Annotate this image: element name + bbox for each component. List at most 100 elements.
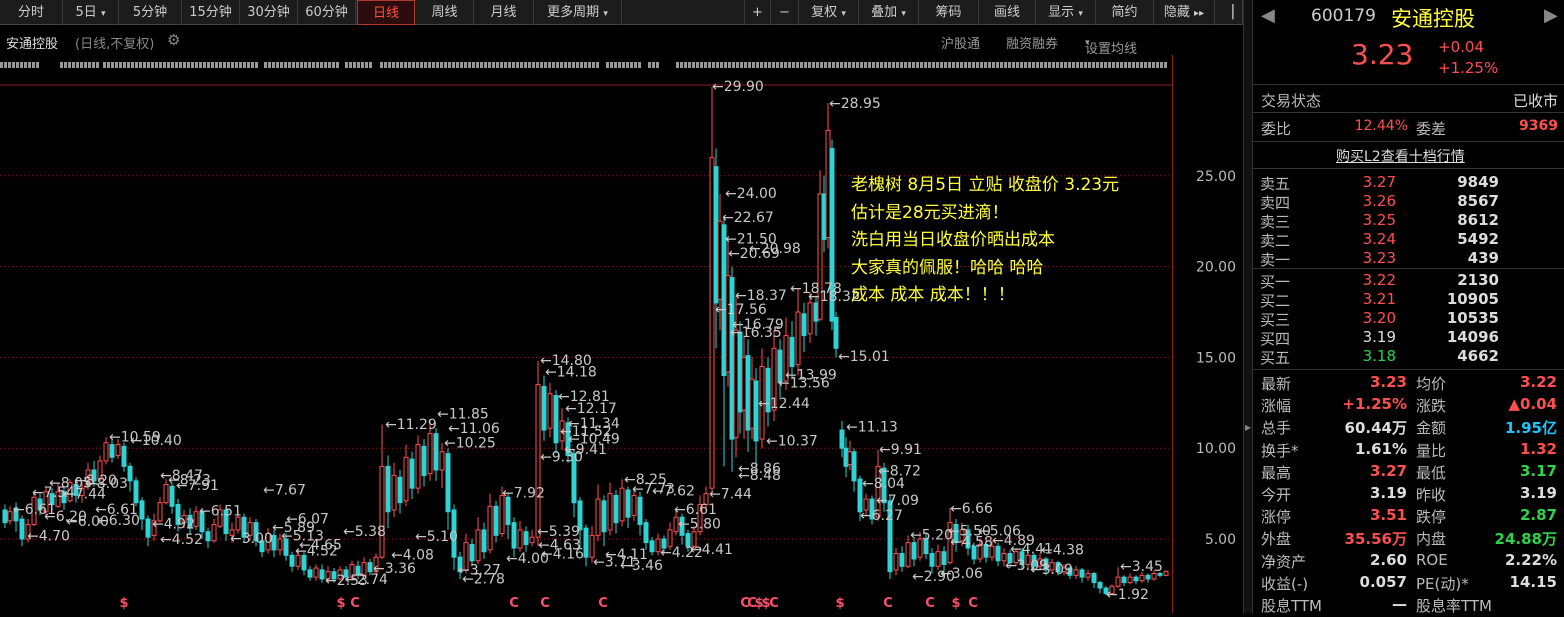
price-annotation: ←10.25: [444, 436, 496, 452]
event-marker[interactable]: $: [119, 596, 128, 611]
margin-trading-label[interactable]: 融资融券: [1006, 33, 1058, 52]
info-dot: [357, 62, 360, 68]
event-marker[interactable]: $: [835, 596, 844, 611]
level-volume: 4662: [1457, 347, 1499, 365]
stats-row: 股息TTM — 股息率TTM: [1253, 595, 1564, 617]
weicha-value: 9369: [1519, 118, 1558, 134]
buy-level[interactable]: 买五 3.18 4662: [1253, 347, 1564, 367]
candle-body: [115, 444, 121, 456]
gear-icon[interactable]: ⚙: [167, 31, 180, 49]
info-dot: [976, 62, 979, 68]
info-dot: [614, 62, 617, 68]
price-annotation: ←1.92: [1106, 587, 1149, 603]
tab-5min[interactable]: 5分钟: [119, 0, 182, 25]
info-dot: [692, 62, 695, 68]
level-price: 3.19: [1362, 328, 1396, 346]
info-dot: [219, 62, 222, 68]
info-dot: [369, 62, 372, 68]
next-stock-icon[interactable]: ▶: [1544, 5, 1558, 26]
sell-level[interactable]: 卖三 3.25 8612: [1253, 211, 1564, 231]
event-marker[interactable]: $: [336, 596, 345, 611]
divider: [1253, 84, 1564, 85]
candle-body: [397, 476, 403, 504]
info-dot: [292, 62, 295, 68]
tab-60min[interactable]: 60分钟: [298, 0, 356, 25]
info-dot: [516, 62, 519, 68]
info-dot: [1096, 62, 1099, 68]
price-annotation: ←4.92: [152, 516, 195, 532]
l2-purchase-link[interactable]: 购买L2查看十档行情: [1336, 146, 1465, 166]
price-annotation: ←10.37: [766, 433, 818, 449]
stock-name: 安通控股: [1391, 7, 1475, 31]
prev-stock-icon[interactable]: ◀: [1261, 5, 1275, 26]
info-dot: [388, 62, 391, 68]
event-marker[interactable]: C: [509, 596, 519, 611]
candle-body: [487, 505, 493, 551]
sell-level[interactable]: 卖一 3.23 439: [1253, 249, 1564, 269]
event-marker[interactable]: C: [769, 596, 779, 611]
info-dot: [349, 62, 352, 68]
tab-weekly[interactable]: 周线: [416, 0, 474, 25]
event-marker[interactable]: $: [951, 596, 960, 611]
fuquan-button[interactable]: 复权 ▾: [799, 0, 859, 25]
stat-value: 60.44万: [1344, 419, 1407, 438]
info-dot: [588, 62, 591, 68]
hide-button[interactable]: 隐藏 ▸▸: [1154, 0, 1214, 25]
stat-value: +1.25%: [1342, 395, 1407, 414]
display-button[interactable]: 显示 ▾: [1036, 0, 1096, 25]
collapse-arrow-icon[interactable]: ▸: [1245, 420, 1251, 434]
info-dot: [36, 62, 39, 68]
tab-more-periods[interactable]: 更多周期 ▾: [534, 0, 622, 25]
sell-level[interactable]: 卖四 3.26 8567: [1253, 192, 1564, 212]
price-annotation: ←7.67: [263, 483, 306, 499]
event-marker[interactable]: C: [598, 596, 608, 611]
buy-level[interactable]: 买四 3.19 14096: [1253, 328, 1564, 348]
simple-button[interactable]: 简约: [1096, 0, 1154, 25]
event-marker[interactable]: C: [968, 596, 978, 611]
info-dot: [1024, 62, 1027, 68]
panel-toggle-icon[interactable]: ▕: [1214, 0, 1243, 25]
stat-label: 涨幅: [1261, 397, 1292, 416]
level-price: 3.20: [1362, 309, 1396, 327]
tab-15min[interactable]: 15分钟: [182, 0, 240, 25]
price-annotation: ←5.38: [343, 524, 386, 540]
event-marker[interactable]: C: [540, 596, 550, 611]
candle-body: [625, 489, 631, 518]
candle-body: [667, 529, 673, 547]
hugutong-label[interactable]: 沪股通: [941, 33, 980, 52]
status-value: 已收市: [1512, 92, 1558, 110]
event-marker[interactable]: C: [883, 596, 893, 611]
draw-button[interactable]: 画线: [979, 0, 1036, 25]
info-dot: [1152, 62, 1155, 68]
info-dot: [288, 62, 291, 68]
tab-monthly[interactable]: 月线: [474, 0, 534, 25]
info-dot: [312, 62, 315, 68]
buy-level[interactable]: 买二 3.21 10905: [1253, 290, 1564, 310]
info-dot: [464, 62, 467, 68]
overlay-button[interactable]: 叠加 ▾: [859, 0, 919, 25]
event-marker[interactable]: C: [350, 596, 360, 611]
info-dot: [440, 62, 443, 68]
tab-daily[interactable]: 日线: [357, 0, 415, 25]
zoom-in-button[interactable]: +: [744, 0, 771, 25]
info-dot: [630, 62, 633, 68]
buy-level[interactable]: 买三 3.20 10535: [1253, 309, 1564, 329]
chips-button[interactable]: 筹码: [919, 0, 979, 25]
stat-label: PE(动)*: [1416, 574, 1469, 593]
price-annotation: ←10.40: [130, 433, 182, 449]
buy-level[interactable]: 买一 3.22 2130: [1253, 271, 1564, 291]
tab-30min[interactable]: 30分钟: [240, 0, 298, 25]
tab-fenshi[interactable]: 分时: [0, 0, 63, 25]
info-dot: [1164, 62, 1167, 68]
price-annotation: ←6.51: [199, 504, 242, 520]
stats-row: 最新 3.23 均价 3.22: [1253, 373, 1564, 395]
zoom-out-button[interactable]: −: [771, 0, 799, 25]
event-marker[interactable]: C: [925, 596, 935, 611]
panel-divider[interactable]: ▸: [1243, 0, 1253, 613]
info-dot: [780, 62, 783, 68]
price-change: +0.04: [1438, 38, 1484, 56]
sell-level[interactable]: 卖五 3.27 9849: [1253, 173, 1564, 193]
price-annotation: ←6.66: [950, 501, 993, 517]
tab-5day[interactable]: 5日 ▾: [63, 0, 119, 25]
sell-level[interactable]: 卖二 3.24 5492: [1253, 230, 1564, 250]
